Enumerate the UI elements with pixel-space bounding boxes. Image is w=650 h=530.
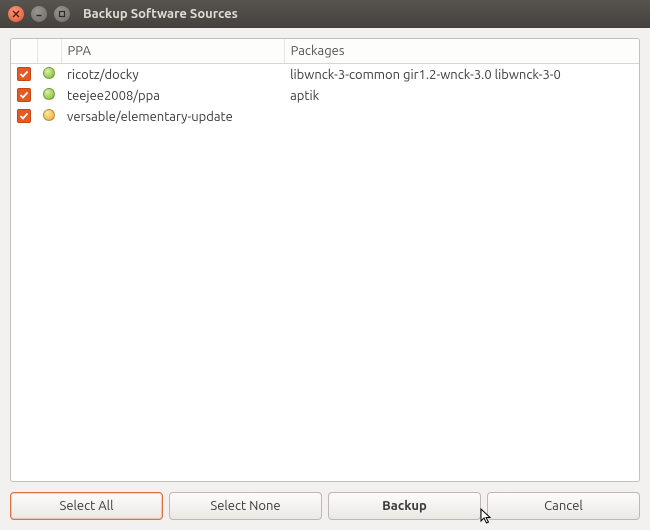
checkbox[interactable] bbox=[17, 109, 31, 123]
column-header-ppa[interactable]: PPA bbox=[61, 39, 284, 64]
table-row[interactable]: versable/elementary-update bbox=[11, 106, 639, 127]
window-title: Backup Software Sources bbox=[83, 7, 238, 21]
packages-cell: libwnck-3-common gir1.2-wnck-3.0 libwnck… bbox=[284, 64, 639, 86]
checkbox[interactable] bbox=[17, 88, 31, 102]
ppa-name: versable/elementary-update bbox=[61, 106, 284, 127]
content-area: PPA Packages ricotz/dockylibwnck-3-commo… bbox=[0, 28, 650, 530]
select-all-button[interactable]: Select All bbox=[10, 492, 163, 520]
table-row[interactable]: ricotz/dockylibwnck-3-common gir1.2-wnck… bbox=[11, 64, 639, 86]
column-header-status[interactable] bbox=[37, 39, 61, 64]
ppa-name: teejee2008/ppa bbox=[61, 85, 284, 106]
close-icon[interactable] bbox=[8, 6, 24, 22]
maximize-icon[interactable] bbox=[54, 6, 70, 22]
minimize-icon[interactable] bbox=[31, 6, 47, 22]
table-row[interactable]: teejee2008/ppaaptik bbox=[11, 85, 639, 106]
packages-cell: aptik bbox=[284, 85, 639, 106]
status-active-icon bbox=[43, 88, 55, 100]
checkbox[interactable] bbox=[17, 67, 31, 81]
status-active-icon bbox=[43, 67, 55, 79]
column-header-packages[interactable]: Packages bbox=[284, 39, 639, 64]
cancel-button[interactable]: Cancel bbox=[487, 492, 640, 520]
select-none-button[interactable]: Select None bbox=[169, 492, 322, 520]
ppa-list: PPA Packages ricotz/dockylibwnck-3-commo… bbox=[10, 38, 640, 482]
ppa-name: ricotz/docky bbox=[61, 64, 284, 86]
titlebar: Backup Software Sources bbox=[0, 0, 650, 28]
status-warning-icon bbox=[43, 109, 55, 121]
column-header-check[interactable] bbox=[11, 39, 37, 64]
backup-button[interactable]: Backup bbox=[328, 492, 481, 520]
packages-cell bbox=[284, 106, 639, 127]
button-bar: Select All Select None Backup Cancel bbox=[10, 482, 640, 520]
